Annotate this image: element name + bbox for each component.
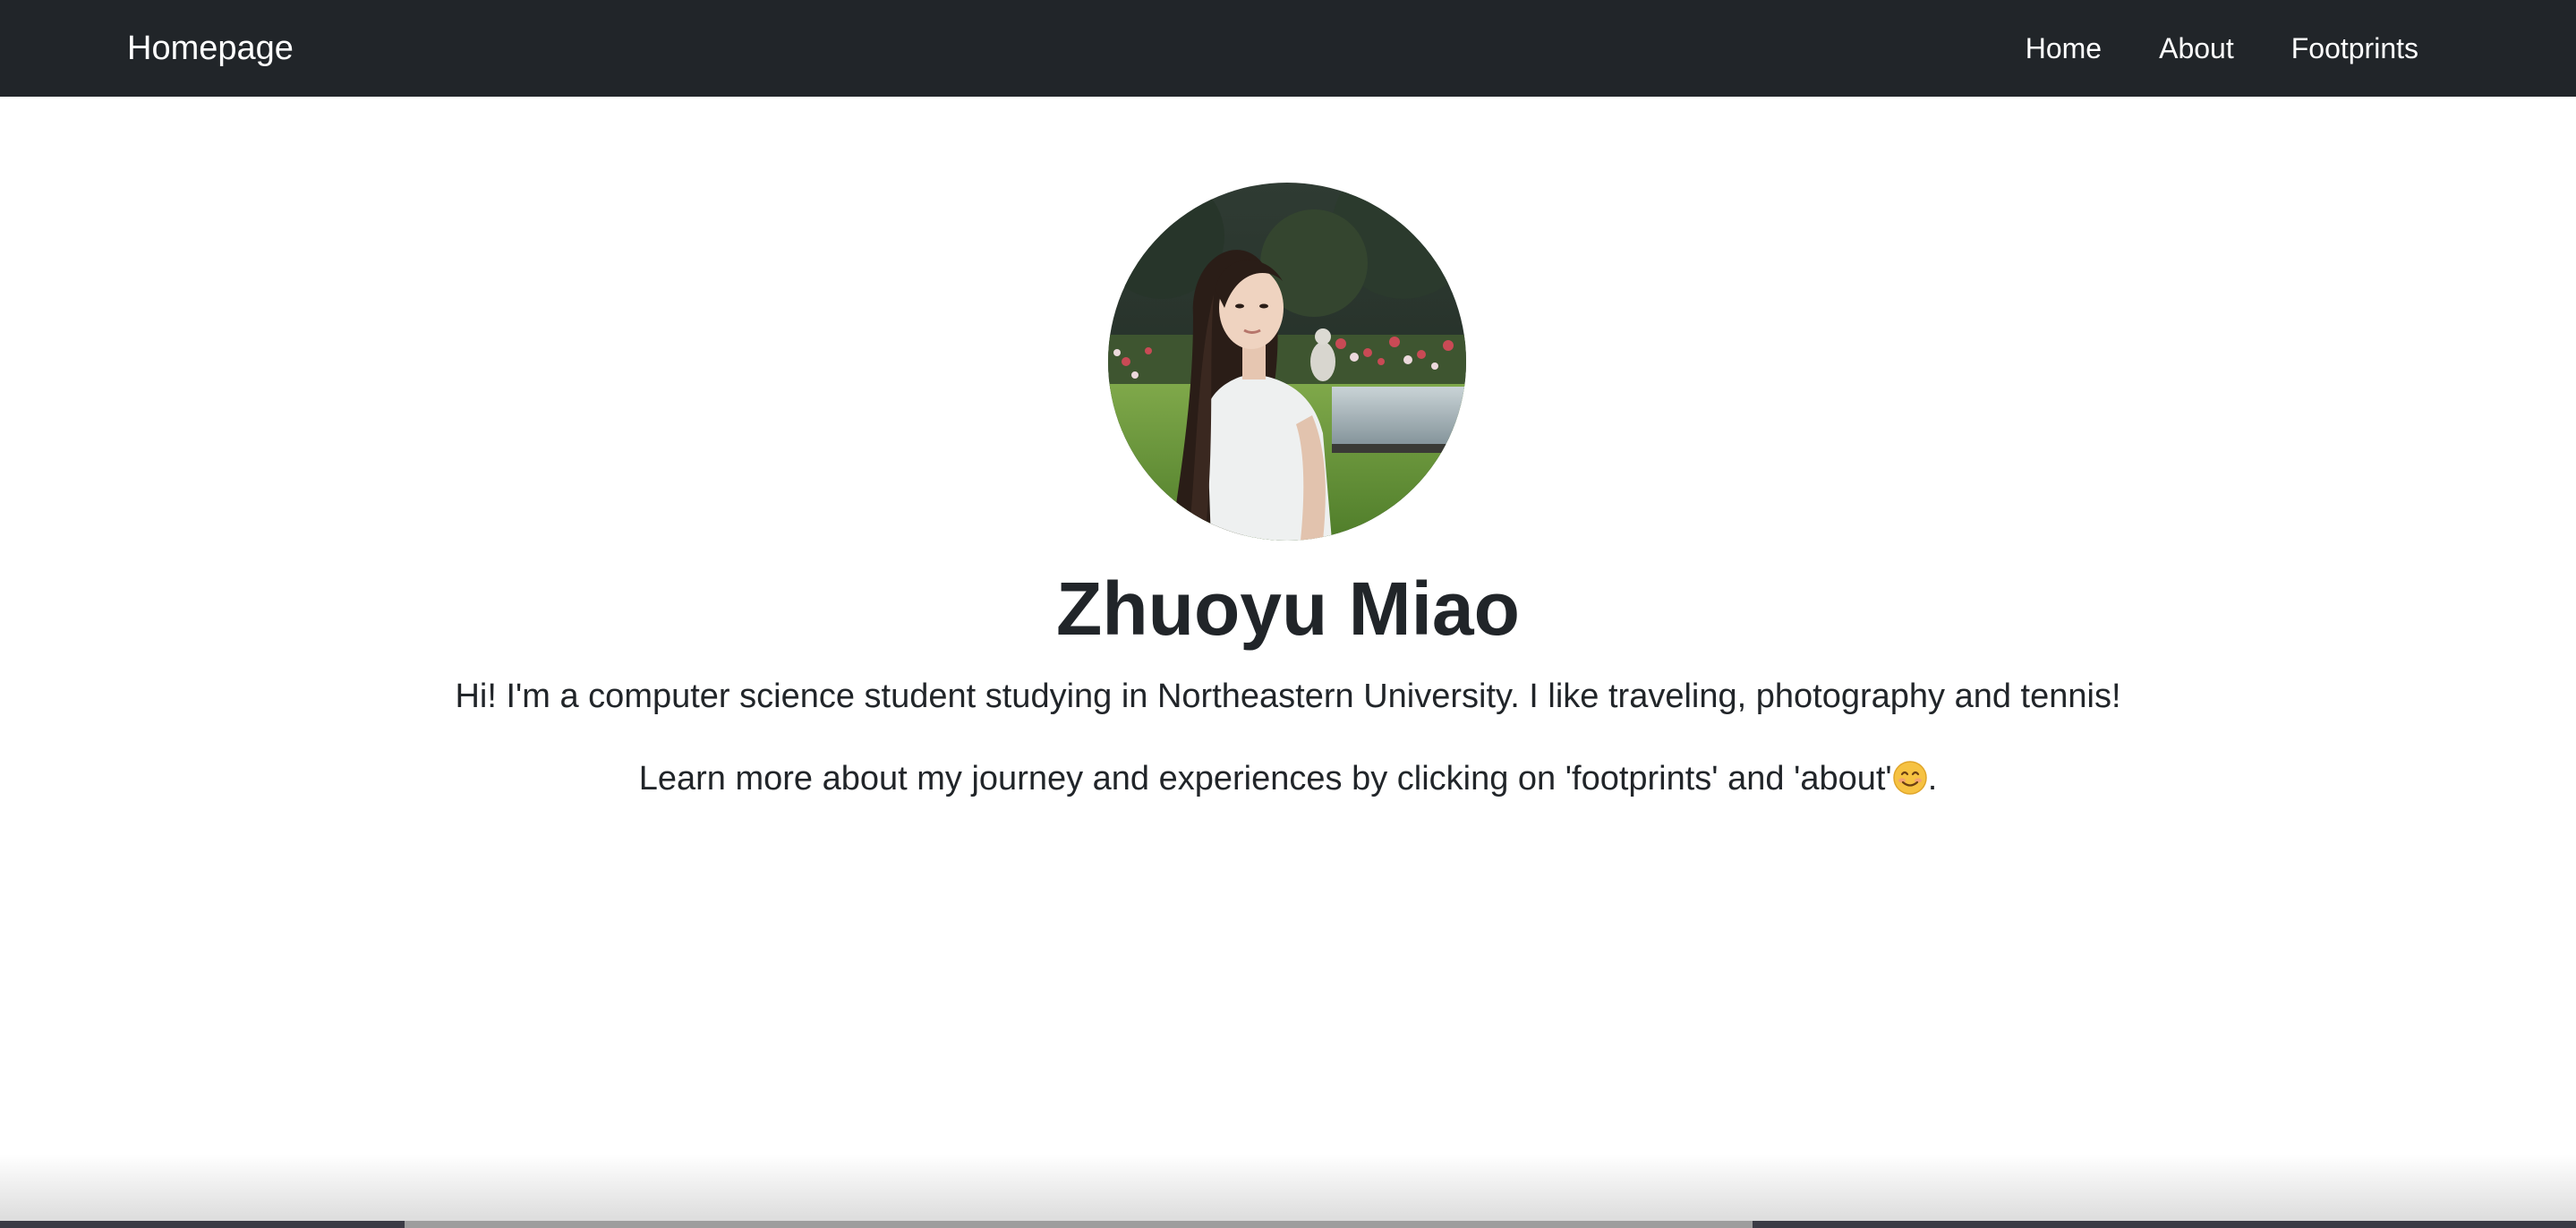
profile-name: Zhuoyu Miao [1056, 567, 1520, 651]
bio-learn-more-period: . [1927, 760, 1938, 797]
bio-intro: Hi! I'm a computer science student study… [455, 678, 2121, 715]
navbar: Homepage Home About Footprints [0, 0, 2576, 97]
bio-learn-more: Learn more about my journey and experien… [0, 755, 2576, 802]
nav-links: Home About Footprints [2026, 0, 2418, 97]
bio-learn-more-text: Learn more about my journey and experien… [638, 760, 1892, 797]
window-bottom-shadow [0, 1155, 2576, 1228]
nav-link-footprints[interactable]: Footprints [2291, 0, 2418, 97]
main-content: Zhuoyu Miao Hi! I'm a computer science s… [0, 97, 2576, 1228]
desktop-strip-highlight [405, 1221, 1753, 1228]
profile-photo [1108, 183, 1466, 541]
brand-link[interactable]: Homepage [127, 0, 294, 97]
profile-photo-illustration [1108, 183, 1466, 541]
page: Homepage Home About Footprints Zhuoyu Mi… [0, 0, 2576, 1228]
nav-link-about[interactable]: About [2159, 0, 2234, 97]
nav-link-home[interactable]: Home [2026, 0, 2102, 97]
smiling-face-icon [1892, 761, 1927, 795]
